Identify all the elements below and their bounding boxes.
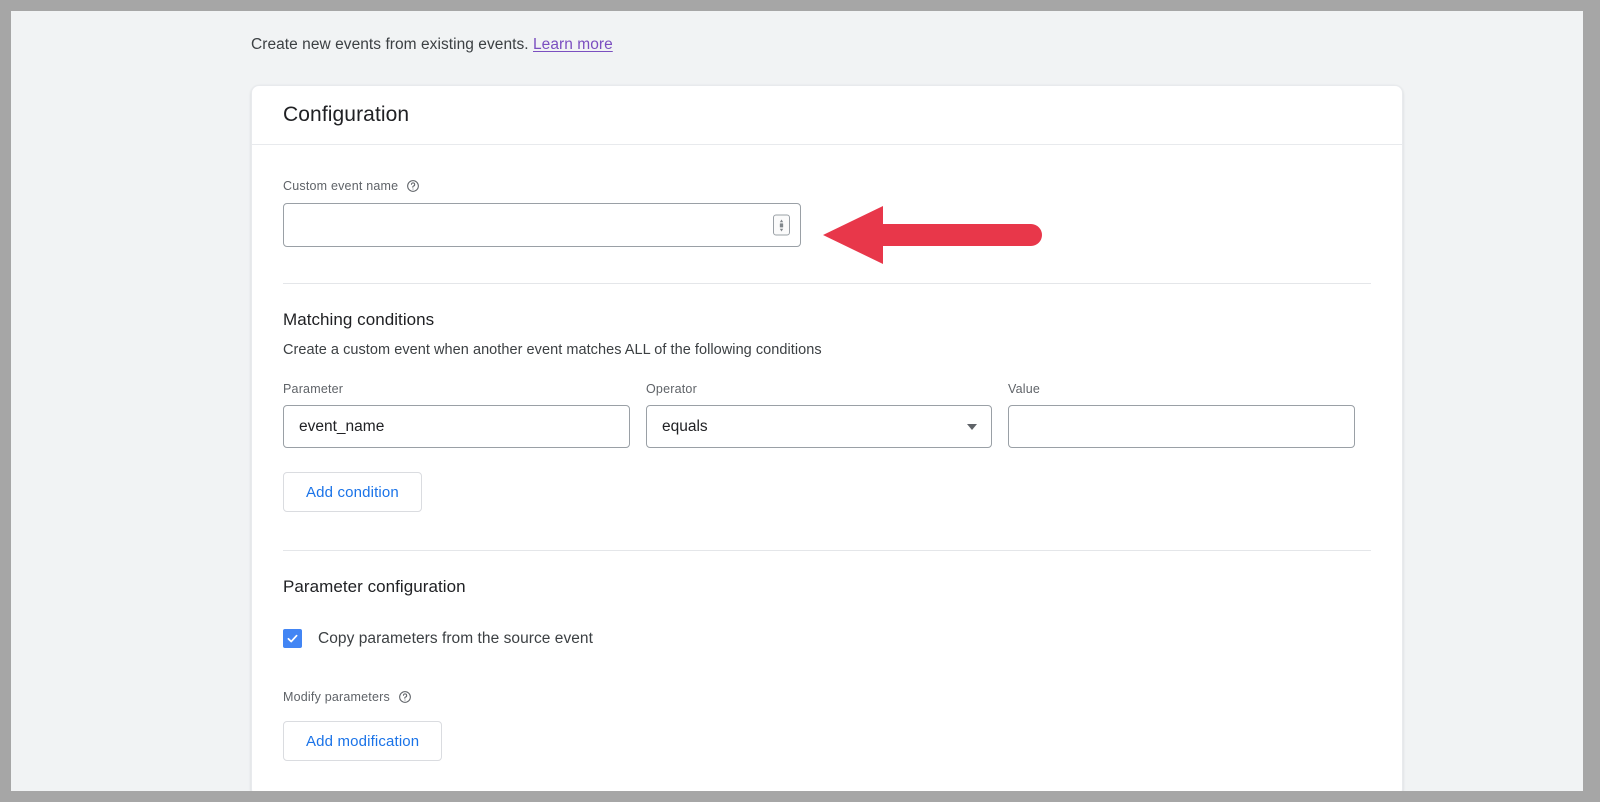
custom-event-name-label-row: Custom event name bbox=[283, 179, 1371, 193]
matching-conditions-title: Matching conditions bbox=[283, 310, 1371, 330]
add-condition-wrapper: Add condition bbox=[283, 472, 1371, 550]
matching-conditions-subtitle: Create a custom event when another event… bbox=[283, 342, 1371, 358]
copy-parameters-label[interactable]: Copy parameters from the source event bbox=[318, 630, 593, 648]
page-viewport: Create new events from existing events. … bbox=[11, 11, 1583, 791]
modify-parameters-label-row: Modify parameters bbox=[283, 690, 1371, 704]
operator-selected-value: equals bbox=[662, 418, 708, 436]
custom-event-name-section: Custom event name bbox=[283, 145, 1371, 247]
configuration-card: Configuration Custom event name bbox=[251, 85, 1403, 791]
chevron-down-icon bbox=[967, 424, 977, 430]
page-title: Configuration bbox=[283, 103, 409, 127]
condition-operator-field: Operator equals bbox=[646, 382, 992, 448]
matching-conditions-section: Matching conditions Create a custom even… bbox=[283, 284, 1371, 550]
add-condition-button[interactable]: Add condition bbox=[283, 472, 422, 512]
operator-label: Operator bbox=[646, 382, 992, 396]
help-circle-icon[interactable] bbox=[406, 179, 420, 193]
card-body: Custom event name bbox=[252, 145, 1402, 761]
browser-frame: Create new events from existing events. … bbox=[0, 0, 1600, 802]
value-input[interactable] bbox=[1008, 405, 1355, 448]
parameter-input[interactable]: event_name bbox=[283, 405, 630, 448]
add-modification-wrapper: Add modification bbox=[283, 721, 1371, 761]
modify-parameters-label: Modify parameters bbox=[283, 690, 390, 704]
learn-more-link[interactable]: Learn more bbox=[533, 36, 613, 53]
custom-event-name-input-wrapper bbox=[283, 203, 801, 247]
condition-row: Parameter event_name Operator equals Val… bbox=[283, 382, 1371, 448]
copy-parameters-row[interactable]: Copy parameters from the source event bbox=[283, 629, 1371, 648]
add-modification-button[interactable]: Add modification bbox=[283, 721, 442, 761]
intro-text: Create new events from existing events. bbox=[251, 36, 529, 53]
help-circle-icon[interactable] bbox=[398, 690, 412, 704]
condition-parameter-field: Parameter event_name bbox=[283, 382, 630, 448]
custom-event-name-label: Custom event name bbox=[283, 179, 398, 193]
custom-event-name-input[interactable] bbox=[283, 203, 801, 247]
parameter-configuration-title: Parameter configuration bbox=[283, 577, 1371, 597]
insert-variable-icon[interactable] bbox=[773, 215, 790, 236]
value-label: Value bbox=[1008, 382, 1355, 396]
copy-parameters-checkbox[interactable] bbox=[283, 629, 302, 648]
condition-value-field: Value bbox=[1008, 382, 1355, 448]
card-header: Configuration bbox=[252, 86, 1402, 145]
intro-description: Create new events from existing events. … bbox=[251, 36, 613, 54]
parameter-configuration-section: Parameter configuration Copy parameters … bbox=[283, 551, 1371, 761]
parameter-label: Parameter bbox=[283, 382, 630, 396]
operator-select[interactable]: equals bbox=[646, 405, 992, 448]
